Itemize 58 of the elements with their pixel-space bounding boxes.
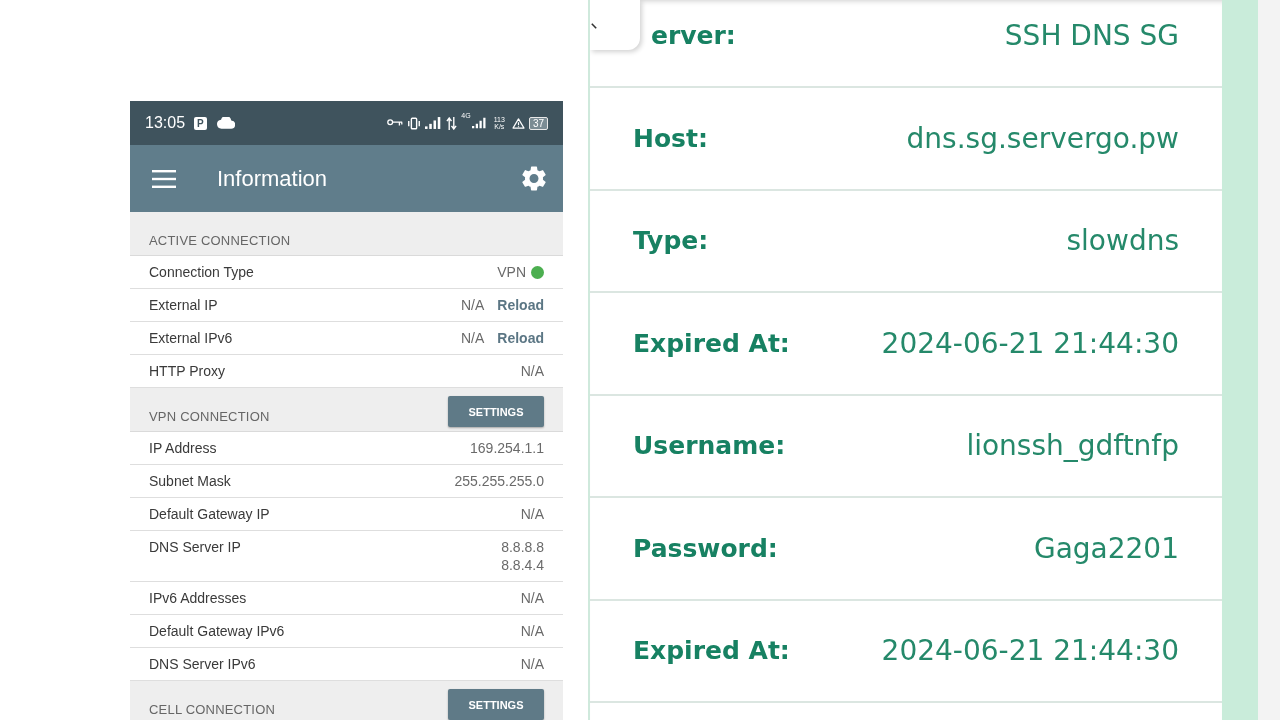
row-label: Default Gateway IPv6	[149, 622, 285, 640]
row-label: Connection Type	[149, 263, 254, 281]
row-value: N/A	[520, 655, 544, 673]
battery-indicator: 37	[528, 116, 548, 130]
row-label: IPv6 Addresses	[149, 589, 247, 607]
detail-label: Host:	[633, 123, 708, 153]
row-value: 169.254.1.1	[470, 439, 544, 457]
reload-link[interactable]: Reload	[497, 296, 544, 314]
row-value: VPN	[497, 263, 526, 281]
detail-value: 2024-06-21 21:44:30	[881, 326, 1179, 360]
row-label: External IPv6	[149, 329, 233, 347]
reload-link[interactable]: Reload	[497, 329, 544, 347]
settings-button[interactable]: SETTINGS	[448, 396, 544, 427]
detail-label: Expired At:	[633, 328, 790, 358]
detail-value: SSH DNS SG	[1004, 19, 1179, 53]
row-value: N/A	[460, 296, 485, 314]
toolbar-title: Information	[217, 165, 328, 192]
section-title: VPN CONNECTION	[149, 409, 270, 426]
row-value: 8.8.8.8	[501, 538, 544, 556]
data-arrows-icon	[446, 116, 458, 130]
section-title: ACTIVE CONNECTION	[149, 233, 291, 250]
row-label: DNS Server IP	[149, 538, 241, 556]
row-label: Default Gateway IP	[149, 505, 270, 523]
key-icon	[387, 119, 404, 127]
detail-value: slowdns	[1066, 224, 1179, 258]
row-label: Subnet Mask	[149, 472, 231, 490]
signal-icon	[425, 117, 443, 129]
row-label: HTTP Proxy	[149, 362, 225, 380]
row-label: IP Address	[149, 439, 217, 457]
vibrate-icon	[407, 116, 422, 130]
menu-icon[interactable]	[152, 169, 176, 188]
detail-label: Expired At:	[633, 636, 790, 666]
detail-value: Gaga2201	[1033, 531, 1179, 565]
row-value: N/A	[520, 589, 544, 607]
settings-button[interactable]: SETTINGS	[448, 689, 544, 720]
detail-label: Password:	[633, 533, 778, 563]
detail-value: 2024-06-21 21:44:30	[881, 634, 1179, 668]
row-value: N/A	[460, 329, 485, 347]
detail-value: lionssh_gdftnfp	[966, 429, 1179, 463]
warning-icon	[511, 117, 525, 129]
settings-icon[interactable]	[522, 166, 546, 191]
diagonal-line-icon	[591, 23, 597, 29]
row-value: 8.8.4.4	[501, 556, 544, 574]
detail-label: erver:	[650, 21, 736, 51]
row-value: 255.255.255.0	[454, 472, 544, 490]
row-label: External IP	[149, 296, 218, 314]
detail-label: Type:	[633, 226, 709, 256]
row-value: N/A	[520, 505, 544, 523]
status-time: 13:05	[145, 114, 186, 132]
signal-icon	[471, 117, 487, 129]
row-value: N/A	[520, 362, 544, 380]
row-value: N/A	[520, 622, 544, 640]
detail-label: Username:	[633, 431, 786, 461]
section-title: CELL CONNECTION	[149, 702, 276, 719]
detail-value: dns.sg.servergo.pw	[906, 121, 1179, 155]
row-label: DNS Server IPv6	[149, 655, 256, 673]
app-letter-badge: P	[194, 116, 207, 130]
cloud-icon	[216, 117, 235, 129]
